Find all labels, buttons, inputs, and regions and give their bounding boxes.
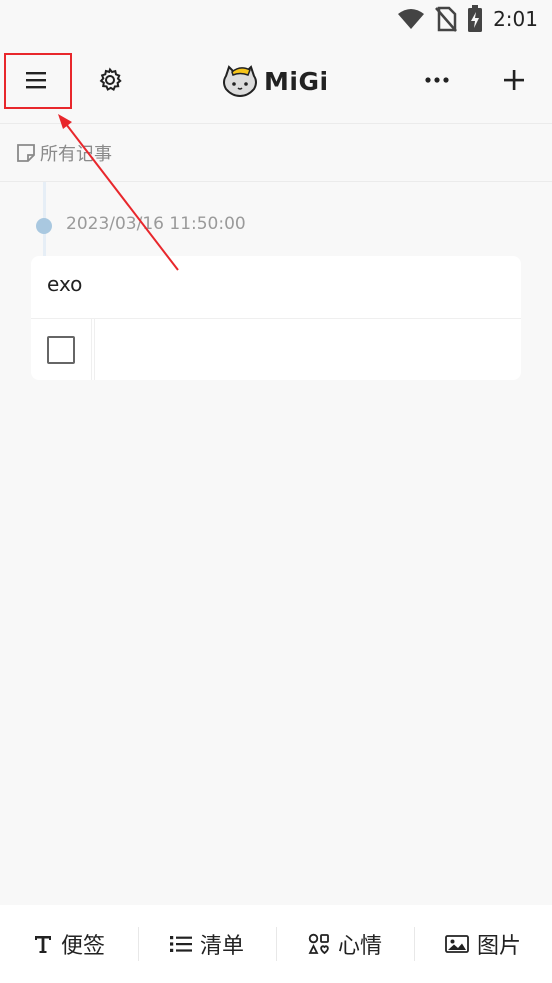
wifi-icon (397, 8, 425, 30)
checklist-item-text[interactable] (109, 336, 509, 364)
timeline-dot (36, 218, 52, 234)
cat-mascot-icon (220, 64, 260, 98)
status-bar: 2:01 (0, 0, 552, 38)
card-divider (31, 318, 521, 319)
toolbar-checklist-label: 清单 (199, 934, 244, 959)
settings-button[interactable] (82, 52, 138, 108)
annotation-highlight-box (4, 53, 72, 109)
bottom-toolbar: 便签 清单 心情 图片 (0, 905, 552, 983)
toolbar-sticky-note[interactable]: 便签 (0, 905, 138, 983)
more-icon (424, 76, 450, 84)
checklist-checkbox[interactable] (47, 336, 75, 364)
note-card[interactable]: exo (31, 256, 521, 380)
add-button[interactable] (486, 52, 542, 108)
app-logo: MiGi (220, 60, 329, 102)
toolbar-mood[interactable]: 心情 (276, 905, 414, 983)
text-icon (33, 934, 53, 954)
toolbar-mood-label: 心情 (337, 934, 382, 959)
app-header: MiGi (0, 38, 552, 124)
note-timestamp: 2023/03/16 11:50:00 (66, 214, 246, 234)
toolbar-image[interactable]: 图片 (414, 905, 552, 983)
logo-text: MiGi (264, 66, 329, 96)
image-icon (445, 934, 469, 954)
status-time: 2:01 (493, 7, 538, 31)
plus-icon (502, 68, 526, 92)
toolbar-sticky-note-label: 便签 (60, 934, 105, 959)
note-title: exo (47, 272, 83, 296)
more-button[interactable] (409, 52, 465, 108)
list-icon (169, 935, 192, 953)
gear-icon (97, 67, 123, 93)
checklist-column-divider (91, 318, 95, 380)
toolbar-checklist[interactable]: 清单 (138, 905, 276, 983)
category-bar[interactable]: 所有记事 (0, 124, 552, 182)
no-sim-icon (435, 6, 458, 32)
note-icon (16, 143, 36, 163)
battery-charging-icon (467, 5, 483, 33)
category-label: 所有记事 (40, 143, 112, 165)
mood-icon (308, 933, 330, 955)
toolbar-image-label: 图片 (476, 934, 521, 959)
